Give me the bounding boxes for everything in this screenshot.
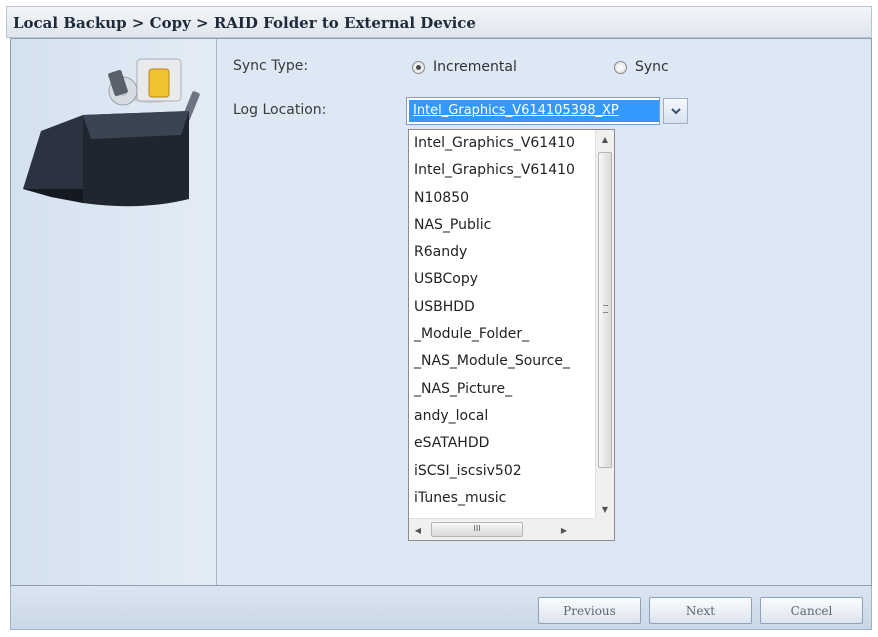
vertical-scroll-thumb[interactable] — [598, 152, 612, 468]
list-item[interactable]: N10850 — [409, 185, 595, 212]
list-item[interactable]: iTunes_music — [409, 485, 595, 512]
backup-box-illustration — [23, 58, 200, 207]
grip-icon — [603, 305, 608, 313]
list-item[interactable]: USBHDD — [409, 294, 595, 321]
list-item[interactable]: iSCSI_iscsiv502 — [409, 458, 595, 485]
dropdown-list: Intel_Graphics_V61410 Intel_Graphics_V61… — [409, 130, 595, 518]
radio-sync-button[interactable] — [614, 60, 627, 74]
scrollbar-corner — [595, 518, 614, 540]
illustration-pane — [11, 39, 217, 585]
radio-sync-label: Sync — [635, 59, 669, 75]
breadcrumb: Local Backup > Copy > RAID Folder to Ext… — [6, 6, 872, 38]
log-location-value: Intel_Graphics_V614105398_XP — [409, 100, 659, 122]
radio-sync[interactable]: Sync — [614, 59, 669, 75]
scroll-up-icon[interactable]: ▲ — [596, 130, 614, 148]
next-button[interactable]: Next — [649, 597, 752, 624]
wizard-footer: Previous Next Cancel — [10, 586, 872, 630]
cancel-button[interactable]: Cancel — [760, 597, 863, 624]
radio-incremental[interactable]: Incremental — [412, 59, 517, 75]
radio-incremental-label: Incremental — [433, 59, 517, 75]
vertical-scrollbar[interactable]: ▲ ▼ — [595, 130, 614, 518]
horizontal-scroll-thumb[interactable]: III — [431, 522, 523, 537]
previous-button[interactable]: Previous — [538, 597, 641, 624]
scroll-down-icon[interactable]: ▼ — [596, 500, 614, 518]
sync-type-label: Sync Type: — [233, 58, 309, 74]
log-location-select[interactable]: Intel_Graphics_V614105398_XP — [406, 97, 660, 125]
scroll-left-icon[interactable]: ◀ — [409, 521, 427, 539]
list-item[interactable]: Intel_Graphics_V61410 — [409, 130, 595, 157]
list-item[interactable]: NAS_Public — [409, 212, 595, 239]
log-location-label: Log Location: — [233, 102, 327, 118]
list-item[interactable]: andy_local — [409, 403, 595, 430]
list-item[interactable]: _Module_Folder_ — [409, 321, 595, 348]
chevron-down-icon[interactable] — [663, 98, 688, 124]
list-item[interactable]: _NAS_Picture_ — [409, 376, 595, 403]
list-item[interactable]: USBCopy — [409, 266, 595, 293]
list-item[interactable]: R6andy — [409, 239, 595, 266]
radio-incremental-button[interactable] — [412, 60, 425, 74]
list-item[interactable]: _NAS_Module_Source_ — [409, 348, 595, 375]
log-location-dropdown[interactable]: Intel_Graphics_V61410 Intel_Graphics_V61… — [408, 129, 615, 541]
scroll-right-icon[interactable]: ▶ — [555, 521, 573, 539]
list-item[interactable]: Intel_Graphics_V61410 — [409, 157, 595, 184]
horizontal-scrollbar[interactable]: ◀ III ▶ — [409, 518, 595, 540]
list-item[interactable]: eSATAHDD — [409, 430, 595, 457]
